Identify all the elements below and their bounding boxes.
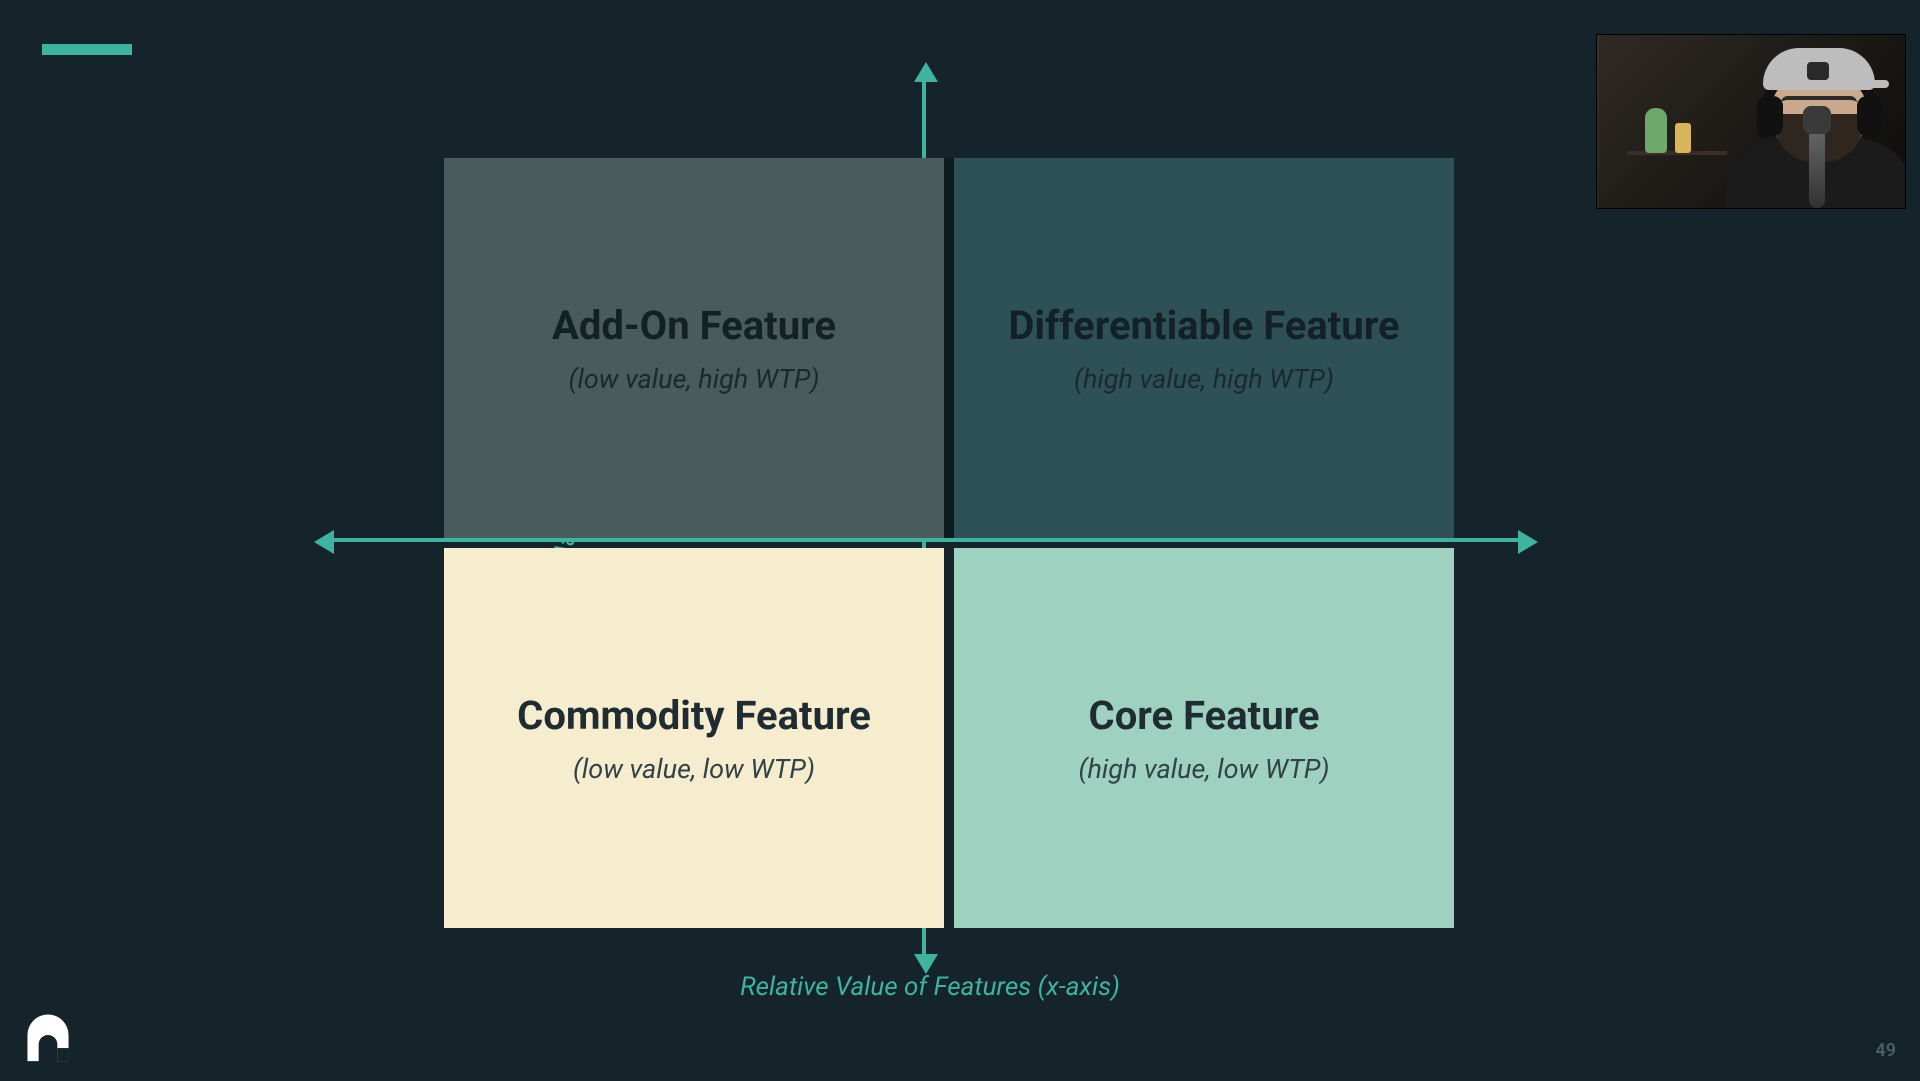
quadrant-title: Add-On Feature <box>552 302 836 349</box>
quadrant-subtitle: (low value, low WTP) <box>573 753 815 785</box>
arrow-up-icon <box>914 62 938 82</box>
quadrant-commodity: Commodity Feature (low value, low WTP) <box>444 548 944 928</box>
brand-logo-icon <box>18 1007 78 1063</box>
quadrant-title: Differentiable Feature <box>1008 302 1399 349</box>
quadrant-subtitle: (high value, high WTP) <box>1074 363 1334 395</box>
quadrant-differentiable: Differentiable Feature (high value, high… <box>954 158 1454 538</box>
quadrant-add-on: Add-On Feature (low value, high WTP) <box>444 158 944 538</box>
quadrant-core: Core Feature (high value, low WTP) <box>954 548 1454 928</box>
accent-bar <box>42 44 132 55</box>
quadrant-subtitle: (high value, low WTP) <box>1078 753 1329 785</box>
presenter-webcam <box>1596 34 1906 209</box>
arrow-left-icon <box>314 530 334 554</box>
quadrant-title: Commodity Feature <box>517 692 871 739</box>
feature-quadrant-diagram: Willness to Pay Relative to Median (y-ax… <box>370 102 1490 942</box>
x-axis-label: Relative Value of Features (x-axis) <box>740 972 1120 1002</box>
arrow-right-icon <box>1518 530 1538 554</box>
page-number: 49 <box>1875 1040 1896 1061</box>
quadrant-title: Core Feature <box>1089 692 1320 739</box>
quadrant-subtitle: (low value, high WTP) <box>568 363 819 395</box>
arrow-down-icon <box>914 954 938 974</box>
quadrant-grid: Add-On Feature (low value, high WTP) Dif… <box>444 158 1454 928</box>
